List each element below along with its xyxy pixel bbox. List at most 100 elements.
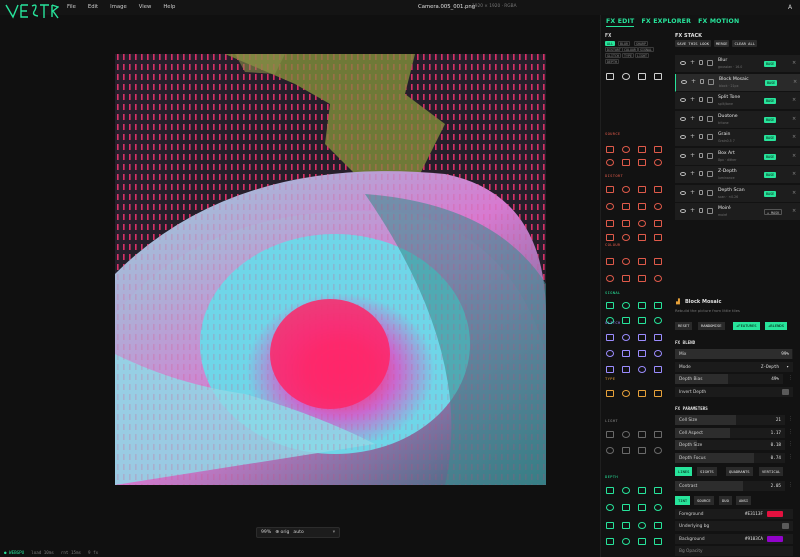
fx-effect-icon[interactable]	[606, 350, 614, 357]
fx-effect-icon[interactable]	[606, 186, 614, 193]
fx-layer-row[interactable]: + Moiré moiré + MASK ×	[675, 203, 800, 221]
fx-effect-icon[interactable]	[606, 366, 614, 373]
fx-effect-icon[interactable]	[622, 366, 630, 373]
fx-effect-icon[interactable]	[638, 234, 646, 241]
blend-mode-badge[interactable]: BASE	[764, 116, 777, 123]
bg-opacity-slider[interactable]: Bg Opacity	[675, 546, 793, 556]
fx-effect-icon[interactable]	[622, 302, 630, 309]
invert-depth-toggle[interactable]: Invert Depth	[675, 387, 793, 397]
fx-effect-icon[interactable]	[622, 334, 630, 341]
fx-effect-icon[interactable]	[654, 258, 662, 265]
blend-mode-badge[interactable]: + MASK	[764, 209, 783, 215]
blends-button[interactable]: +BLENDS	[765, 322, 788, 330]
fx-effect-icon[interactable]	[622, 203, 630, 210]
fx-effect-icon[interactable]	[654, 390, 662, 397]
lock-icon[interactable]	[699, 208, 703, 213]
fx-effect-icon[interactable]	[622, 159, 630, 166]
fx-effect-icon[interactable]	[638, 522, 646, 529]
close-icon[interactable]: ×	[792, 171, 796, 177]
fx-effect-icon[interactable]	[654, 538, 662, 545]
fx-effect-icon[interactable]	[638, 159, 646, 166]
menu-help[interactable]: Help	[163, 4, 175, 10]
fx-effect-icon[interactable]	[638, 350, 646, 357]
plus-icon[interactable]: +	[690, 207, 695, 214]
fx-effect-icon[interactable]	[654, 522, 662, 529]
fx-effect-icon[interactable]	[622, 350, 630, 357]
blend-mode-badge[interactable]: BASE	[764, 190, 777, 197]
fx-effect-icon[interactable]	[638, 203, 646, 210]
reset-button[interactable]: RESET	[675, 322, 693, 330]
lock-icon[interactable]	[700, 78, 704, 84]
fx-effect-icon[interactable]	[638, 220, 646, 227]
plus-icon[interactable]: +	[690, 133, 695, 140]
eye-icon[interactable]	[680, 61, 686, 65]
shape-option-lines[interactable]: LINES	[675, 467, 693, 476]
merge-button[interactable]: MERGE	[714, 40, 730, 47]
background-swatch[interactable]	[767, 536, 783, 542]
fx-effect-icon[interactable]	[638, 73, 646, 80]
eye-icon[interactable]	[680, 98, 686, 102]
chip-depth[interactable]: DEPTH	[605, 59, 619, 64]
blend-mode-badge[interactable]: BASE	[765, 79, 778, 86]
more-icon[interactable]: ⋮	[788, 441, 793, 447]
more-icon[interactable]: ⋮	[788, 454, 793, 460]
close-icon[interactable]: ×	[792, 134, 796, 140]
fx-layer-row[interactable]: + Block Mosaic block · 21px BASE ×	[675, 73, 800, 92]
menu-file[interactable]: File	[67, 4, 76, 10]
plus-icon[interactable]: +	[691, 78, 696, 85]
fx-effect-icon[interactable]	[622, 390, 630, 397]
eye-icon[interactable]	[680, 209, 686, 213]
background-color-field[interactable]: Background #9103CA	[675, 534, 793, 544]
more-icon[interactable]: ⋮	[788, 482, 793, 488]
blend-mode-badge[interactable]: BASE	[764, 135, 777, 141]
features-button[interactable]: +FEATURES	[733, 322, 760, 330]
fx-layer-row[interactable]: + Grain Grain0.5 7 BASE ×	[675, 129, 800, 147]
fx-effect-icon[interactable]	[654, 159, 662, 166]
canvas-image[interactable]	[115, 54, 546, 485]
close-icon[interactable]: ×	[792, 60, 796, 66]
fx-layer-row[interactable]: + Blur gaussian · 16.0 BASE ×	[675, 55, 800, 73]
foreground-color-field[interactable]: Foreground #E3113F	[675, 509, 793, 519]
eye-icon[interactable]	[680, 116, 686, 121]
more-icon[interactable]: ⋮	[788, 416, 793, 422]
fx-effect-icon[interactable]	[654, 447, 662, 454]
eye-icon[interactable]	[681, 79, 687, 84]
fx-effect-icon[interactable]	[622, 258, 630, 265]
fx-effect-icon[interactable]	[622, 538, 630, 545]
fx-effect-icon[interactable]	[622, 504, 630, 511]
close-icon[interactable]: ×	[792, 116, 796, 122]
fx-effect-icon[interactable]	[606, 334, 614, 341]
lock-icon[interactable]	[699, 171, 703, 176]
eye-icon[interactable]	[680, 172, 686, 176]
fx-effect-icon[interactable]	[622, 447, 630, 454]
fx-effect-icon[interactable]	[622, 522, 630, 529]
fx-layer-row[interactable]: + Duotone tritone BASE ×	[675, 110, 800, 129]
close-icon[interactable]: ×	[792, 97, 796, 103]
fx-effect-icon[interactable]	[606, 258, 614, 265]
fx-effect-icon[interactable]	[606, 302, 614, 309]
plus-icon[interactable]: +	[690, 96, 695, 103]
fx-effect-icon[interactable]	[638, 487, 646, 494]
menu-view[interactable]: View	[139, 4, 152, 10]
fx-effect-icon[interactable]	[606, 538, 614, 545]
lock-icon[interactable]	[699, 115, 703, 121]
parameter-slider[interactable]: Depth Size 0.18	[675, 440, 785, 450]
fx-effect-icon[interactable]	[638, 317, 646, 324]
colour-option-tint[interactable]: TINT	[675, 496, 691, 505]
shape-option-vertical[interactable]: VERTICAL	[759, 467, 784, 476]
mode-select[interactable]: Mode Z-Depth ▾	[675, 362, 793, 372]
foreground-swatch[interactable]	[767, 511, 783, 517]
tab-fx-motion[interactable]: FX MOTION	[698, 18, 739, 27]
blend-mode-badge[interactable]: BASE	[764, 172, 777, 178]
toggle-switch[interactable]	[782, 523, 789, 529]
chip-signal[interactable]: SIGNAL	[638, 47, 654, 52]
fx-effect-icon[interactable]	[606, 447, 614, 454]
tab-fx-explorer[interactable]: FX EXPLORER	[641, 18, 691, 27]
plus-icon[interactable]: +	[690, 170, 695, 177]
fx-effect-icon[interactable]	[606, 159, 614, 166]
fx-effect-icon[interactable]	[638, 447, 646, 454]
mix-slider[interactable]: Mix 99%	[675, 349, 793, 359]
close-icon[interactable]: ×	[793, 79, 797, 85]
fx-effect-icon[interactable]	[638, 334, 646, 341]
plus-icon[interactable]: +	[690, 115, 695, 122]
